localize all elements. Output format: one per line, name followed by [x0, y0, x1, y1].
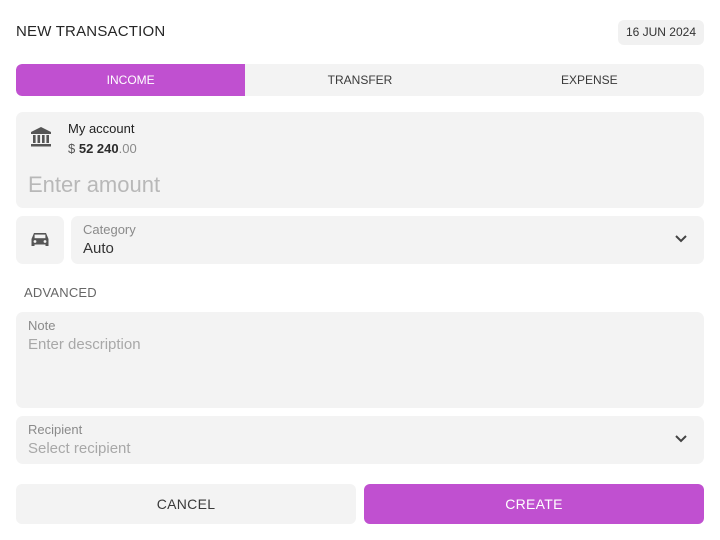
note-label: Note	[28, 318, 56, 333]
bank-icon	[31, 127, 51, 147]
amount-input[interactable]	[28, 170, 688, 200]
balance-main: 52 240	[78, 141, 119, 156]
advanced-section-label: ADVANCED	[24, 285, 97, 300]
note-input[interactable]	[28, 336, 688, 396]
recipient-select[interactable]: Recipient Select recipient	[16, 416, 704, 464]
page-title: NEW TRANSACTION	[16, 23, 166, 40]
transaction-type-tabs: INCOME TRANSFER EXPENSE	[16, 64, 704, 96]
category-icon-box[interactable]	[16, 216, 64, 264]
account-name: My account	[68, 121, 135, 136]
note-field: Note	[16, 312, 704, 408]
tab-transfer[interactable]: TRANSFER	[245, 64, 474, 96]
header: NEW TRANSACTION 16 JUN 2024	[16, 20, 704, 46]
category-label: Category	[83, 222, 136, 237]
chevron-down-icon	[675, 435, 687, 443]
category-select[interactable]: Category Auto	[71, 216, 704, 264]
date-badge[interactable]: 16 JUN 2024	[617, 20, 704, 45]
create-button[interactable]: CREATE	[364, 484, 704, 524]
balance-cents: .00	[118, 141, 137, 156]
car-icon	[31, 233, 49, 246]
currency-symbol: $	[68, 141, 76, 156]
tab-expense[interactable]: EXPENSE	[475, 64, 704, 96]
category-value: Auto	[83, 240, 114, 257]
cancel-button[interactable]: CANCEL	[16, 484, 356, 524]
account-balance: $ 52 240.00	[68, 141, 137, 156]
recipient-placeholder: Select recipient	[28, 440, 131, 457]
account-card: My account $ 52 240.00	[16, 112, 704, 208]
recipient-label: Recipient	[28, 422, 83, 437]
tab-income[interactable]: INCOME	[16, 64, 246, 96]
chevron-down-icon	[675, 235, 687, 243]
